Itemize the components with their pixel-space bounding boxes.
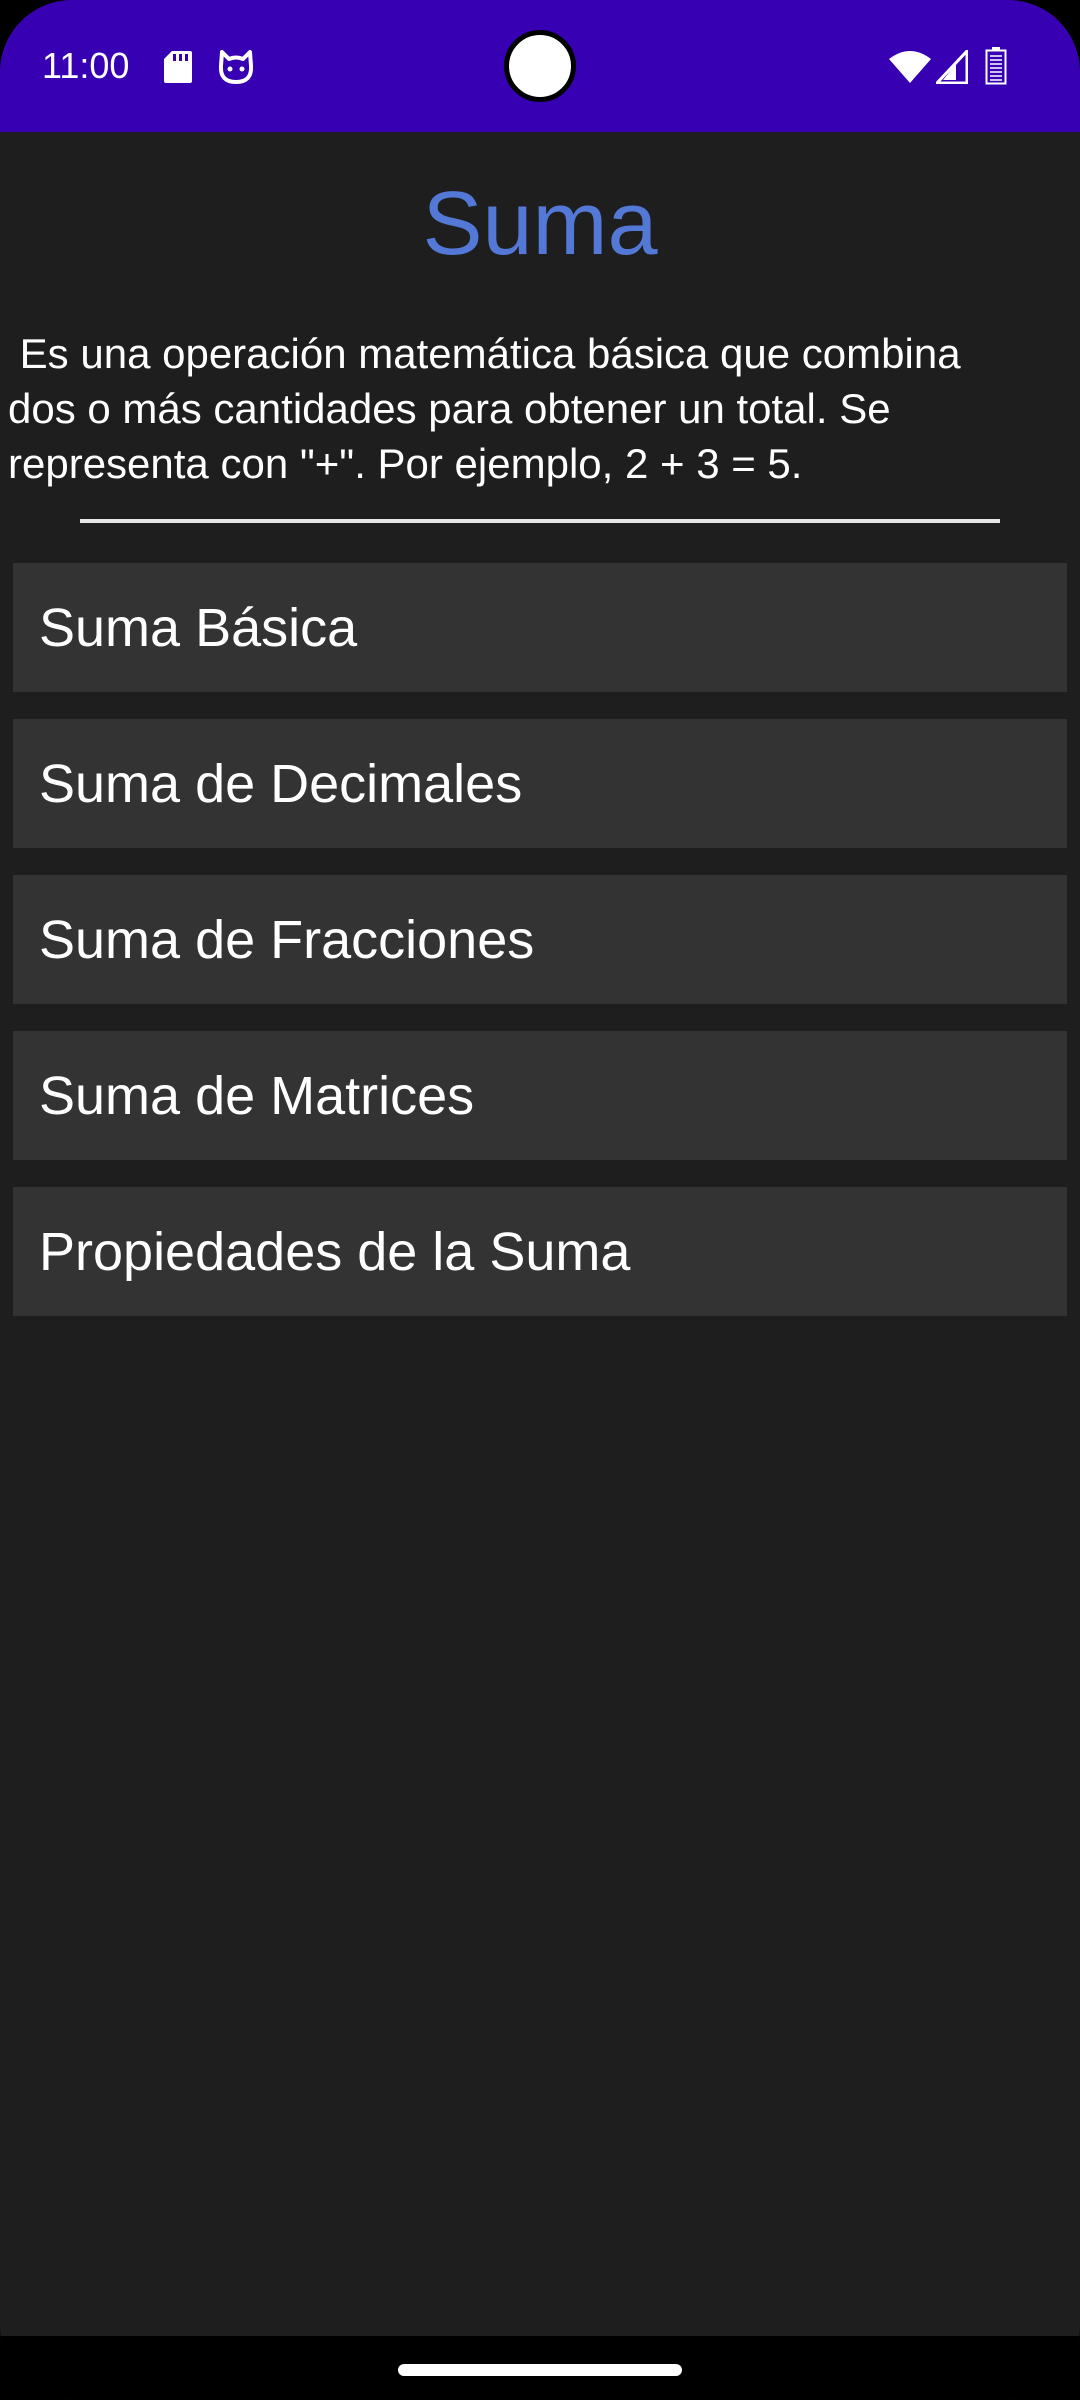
menu-item-label: Suma Básica: [39, 597, 358, 658]
menu-item-label: Propiedades de la Suma: [39, 1221, 631, 1282]
menu-list: Suma Básica Suma de Decimales Suma de Fr…: [13, 563, 1067, 1343]
description-text: Es una operación matemática básica que c…: [8, 330, 961, 487]
camera-cutout: [504, 30, 576, 102]
page-title: Suma: [422, 174, 658, 274]
sd-card-icon: [164, 51, 192, 83]
battery-icon: [985, 47, 1007, 85]
cell-signal-icon: [936, 50, 968, 84]
menu-item-propiedades-de-la-suma[interactable]: Propiedades de la Suma: [13, 1187, 1067, 1316]
home-gesture-handle[interactable]: [398, 2364, 682, 2376]
status-time: 11:00: [42, 45, 130, 86]
menu-item-suma-de-decimales[interactable]: Suma de Decimales: [13, 719, 1067, 848]
cat-face-icon: [218, 50, 254, 84]
wifi-icon: [889, 51, 931, 83]
menu-item-suma-basica[interactable]: Suma Básica: [13, 563, 1067, 692]
app-screen: 11:00 Suma Es una operación matemática b…: [0, 0, 1080, 2400]
menu-item-label: Suma de Matrices: [39, 1065, 475, 1126]
divider: [80, 519, 1000, 523]
menu-item-label: Suma de Decimales: [39, 753, 523, 814]
status-bar: 11:00: [0, 0, 1080, 132]
menu-item-label: Suma de Fracciones: [39, 909, 535, 970]
menu-item-suma-de-matrices[interactable]: Suma de Matrices: [13, 1031, 1067, 1160]
menu-item-suma-de-fracciones[interactable]: Suma de Fracciones: [13, 875, 1067, 1004]
